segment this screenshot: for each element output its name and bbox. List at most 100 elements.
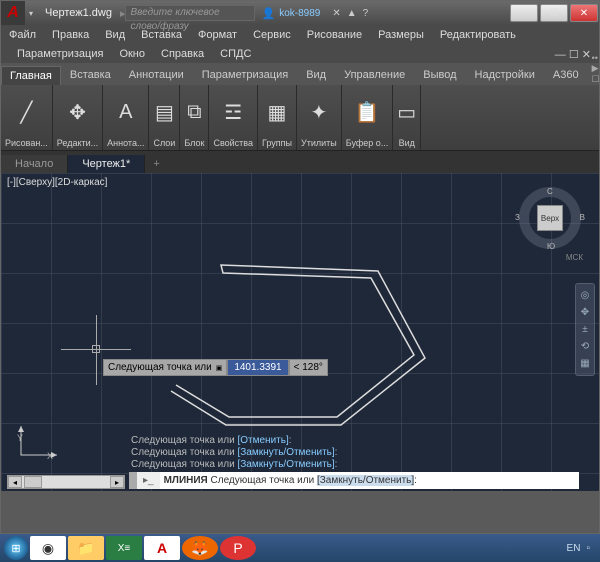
- panel-icon: ▭: [397, 87, 416, 138]
- scroll-left-button[interactable]: ◂: [8, 476, 22, 488]
- user-icon: 👤: [261, 7, 275, 20]
- history-line: Следующая точка или [Замкнуть/Отменить]:: [131, 447, 579, 459]
- exchange-icon[interactable]: ✕: [332, 8, 340, 19]
- menu-Окно[interactable]: Окно: [111, 48, 153, 60]
- menu-СПДС[interactable]: СПДС: [212, 48, 259, 60]
- ribbon-tab-Управление[interactable]: Управление: [335, 65, 414, 85]
- panel-label: Группы: [262, 138, 292, 148]
- ribbon-tab-Главная[interactable]: Главная: [1, 66, 61, 85]
- cmdline-arrow-icon[interactable]: ▸_: [137, 472, 160, 489]
- ribbon-tab-Надстройки[interactable]: Надстройки: [466, 65, 544, 85]
- dynamic-dropdown-icon[interactable]: ▣: [216, 364, 223, 372]
- dynamic-prompt: Следующая точка или ▣: [103, 359, 227, 376]
- menu-Вид[interactable]: Вид: [97, 29, 133, 41]
- panel-label: Рисован...: [5, 138, 48, 148]
- panel-label: Блок: [184, 138, 204, 148]
- horizontal-scrollbar[interactable]: ◂ ▸: [7, 475, 125, 489]
- ribbon-tab-Аннотации[interactable]: Аннотации: [120, 65, 193, 85]
- command-history: Следующая точка или [Отменить]:Следующая…: [131, 435, 579, 471]
- panel-Аннота...[interactable]: AАннота...: [103, 85, 149, 150]
- ribbon-tab-Вид[interactable]: Вид: [297, 65, 335, 85]
- user-account[interactable]: 👤 kok-8989: [255, 7, 326, 20]
- panel-icon: ✦: [310, 87, 327, 138]
- cmdline-text[interactable]: МЛИНИЯ Следующая точка или [Замкнуть/Отм…: [160, 475, 421, 486]
- tray-flag-icon[interactable]: ▫: [586, 543, 590, 554]
- panel-icon: A: [119, 87, 132, 138]
- task-firefox[interactable]: 🦊: [182, 536, 218, 560]
- app-window: A ▾ Чертеж1.dwg ▸ Введите ключевое слово…: [0, 0, 600, 534]
- cmdline-grip[interactable]: [129, 472, 137, 489]
- ribbon-tab-Параметризация[interactable]: Параметризация: [193, 65, 297, 85]
- panel-icon: ⧉: [187, 87, 201, 138]
- close-button[interactable]: ✕: [570, 4, 598, 22]
- panel-icon: ☲: [224, 87, 242, 138]
- task-explorer[interactable]: 📁: [68, 536, 104, 560]
- panel-Редакти...[interactable]: ✥Редакти...: [53, 85, 103, 150]
- maximize-button[interactable]: ☐: [540, 4, 568, 22]
- cloud-icon[interactable]: ▲: [347, 8, 357, 19]
- panel-label: Аннота...: [107, 138, 144, 148]
- dynamic-input[interactable]: Следующая точка или ▣ 1401.3391 < 128°: [103, 359, 328, 376]
- task-autocad[interactable]: A: [144, 536, 180, 560]
- dynamic-angle[interactable]: < 128°: [289, 359, 328, 376]
- panel-Группы[interactable]: ▦Группы: [258, 85, 297, 150]
- panel-icon: ▤: [155, 87, 174, 138]
- help-icon[interactable]: ?: [363, 8, 369, 19]
- tray-lang[interactable]: EN: [567, 543, 581, 554]
- ribbon-overflow[interactable]: •• ▶ ☐: [592, 53, 600, 85]
- task-excel[interactable]: X≡: [106, 536, 142, 560]
- panel-Буфер о...[interactable]: 📋Буфер о...: [342, 85, 394, 150]
- ribbon-tab-Вставка[interactable]: Вставка: [61, 65, 120, 85]
- new-tab-button[interactable]: +: [145, 155, 167, 173]
- menu-Сервис[interactable]: Сервис: [245, 29, 299, 41]
- panel-label: Редакти...: [57, 138, 98, 148]
- history-line: Следующая точка или [Отменить]:: [131, 435, 579, 447]
- menu-bar-2: ПараметризацияОкноСправкаСПДС — ☐ ✕: [1, 45, 599, 63]
- panel-label: Буфер о...: [346, 138, 389, 148]
- title-icons: ✕ ▲ ?: [326, 8, 374, 19]
- cursor-pickbox: [92, 345, 100, 353]
- ribbon-tab-Вывод[interactable]: Вывод: [414, 65, 465, 85]
- menu-Правка[interactable]: Правка: [44, 29, 97, 41]
- panel-icon: ✥: [69, 87, 86, 138]
- menu-Файл[interactable]: Файл: [1, 29, 44, 41]
- menu-Размеры[interactable]: Размеры: [370, 29, 432, 41]
- panel-label: Слои: [153, 138, 175, 148]
- task-other[interactable]: P: [220, 536, 256, 560]
- task-chrome[interactable]: ◉: [30, 536, 66, 560]
- menu-Параметризация[interactable]: Параметризация: [9, 48, 111, 60]
- panel-Свойства[interactable]: ☲Свойства: [209, 85, 258, 150]
- minimize-button[interactable]: —: [510, 4, 538, 22]
- panel-label: Утилиты: [301, 138, 337, 148]
- menu-Рисование[interactable]: Рисование: [299, 29, 370, 41]
- panel-Утилиты[interactable]: ✦Утилиты: [297, 85, 342, 150]
- menu-Формат[interactable]: Формат: [190, 29, 245, 41]
- search-input[interactable]: Введите ключевое слово/фразу: [125, 5, 255, 21]
- scroll-thumb[interactable]: [24, 476, 42, 488]
- ribbon-tabs: ГлавнаяВставкаАннотацииПараметризацияВид…: [1, 63, 599, 85]
- ribbon-tab-A360[interactable]: A360: [544, 65, 588, 85]
- doc-tab-Начало[interactable]: Начало: [1, 155, 68, 173]
- command-line[interactable]: ▸_ МЛИНИЯ Следующая точка или [Замкнуть/…: [129, 472, 579, 489]
- start-button[interactable]: ⊞: [4, 536, 28, 560]
- panel-icon: 📋: [355, 87, 380, 138]
- window-controls: — ☐ ✕: [509, 2, 599, 24]
- scroll-right-button[interactable]: ▸: [110, 476, 124, 488]
- panel-label: Вид: [399, 138, 415, 148]
- drawing-canvas[interactable]: [-][Сверху][2D-каркас] Верх С В Ю З МСК …: [1, 173, 599, 491]
- menu-Вставка[interactable]: Вставка: [133, 29, 190, 41]
- panel-Блок[interactable]: ⧉Блок: [180, 85, 209, 150]
- system-tray[interactable]: EN ▫: [561, 543, 596, 554]
- history-line: Следующая точка или [Замкнуть/Отменить]:: [131, 459, 579, 471]
- app-logo[interactable]: A: [1, 1, 25, 25]
- panel-Рисован...[interactable]: ╱Рисован...: [1, 85, 53, 150]
- taskbar[interactable]: ⊞ ◉ 📁 X≡ A 🦊 P EN ▫: [0, 534, 600, 562]
- doc-tab-Чертеж1*[interactable]: Чертеж1*: [68, 155, 145, 173]
- document-title: Чертеж1.dwg: [37, 7, 120, 19]
- panel-Вид[interactable]: ▭Вид: [393, 85, 421, 150]
- panel-Слои[interactable]: ▤Слои: [149, 85, 180, 150]
- menu-Справка[interactable]: Справка: [153, 48, 212, 60]
- dynamic-distance[interactable]: 1401.3391: [227, 359, 288, 376]
- qat-dropdown[interactable]: ▾: [25, 9, 37, 18]
- menu-Редактировать[interactable]: Редактировать: [432, 29, 524, 41]
